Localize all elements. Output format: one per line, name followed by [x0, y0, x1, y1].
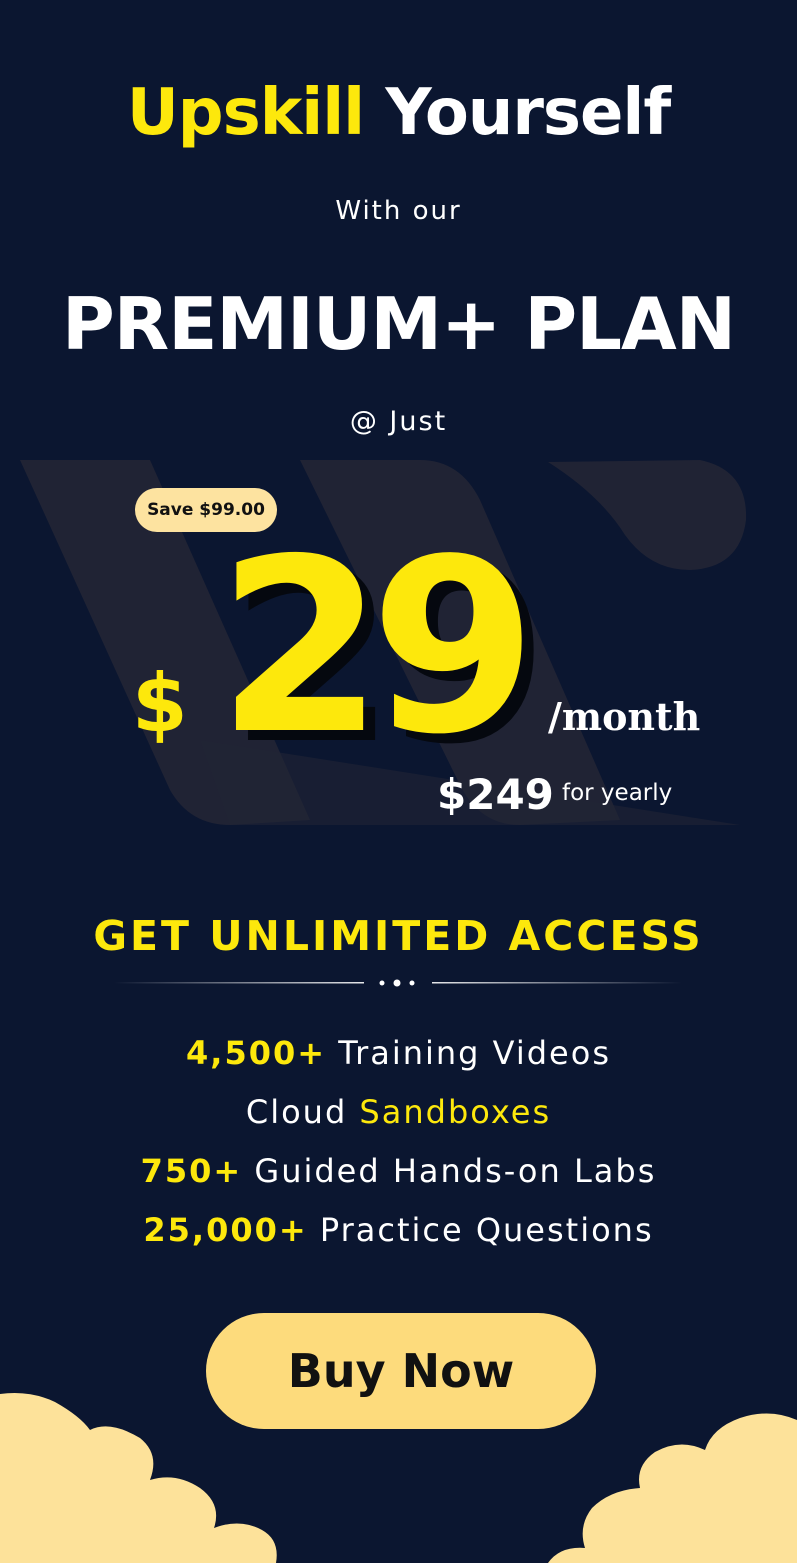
- feature-text: Guided Hands-on Labs: [254, 1152, 657, 1190]
- feature-item: Cloud Sandboxes: [0, 1087, 797, 1146]
- feature-text: Practice Questions: [319, 1211, 654, 1249]
- yearly-label: for yearly: [562, 780, 673, 806]
- section-divider: [114, 979, 682, 987]
- headline: Upskill Yourself: [0, 68, 797, 158]
- promo-page: Upskill Yourself With our PREMIUM+ PLAN …: [0, 0, 797, 1563]
- feature-highlight: 750+: [140, 1152, 243, 1190]
- price-period: /month: [548, 694, 701, 739]
- feature-item: 4,500+ Training Videos: [0, 1028, 797, 1087]
- feature-text: Cloud: [245, 1093, 348, 1131]
- feature-list: 4,500+ Training Videos Cloud Sandboxes 7…: [0, 1028, 797, 1264]
- feature-highlight: Sandboxes: [359, 1093, 552, 1131]
- headline-rest: Yourself: [385, 76, 671, 150]
- headline-highlight: Upskill: [126, 76, 365, 150]
- access-heading: GET UNLIMITED ACCESS: [93, 912, 704, 960]
- price-intro: @ Just: [349, 406, 448, 437]
- subheading: With our: [335, 196, 462, 226]
- feature-item: 750+ Guided Hands-on Labs: [0, 1146, 797, 1205]
- monthly-price: 29: [217, 507, 537, 787]
- plan-name: PREMIUM+ PLAN: [62, 282, 736, 366]
- feature-highlight: 25,000+: [143, 1211, 308, 1249]
- feature-text: Training Videos: [338, 1034, 611, 1072]
- yearly-price: $249: [437, 770, 554, 819]
- buy-now-button[interactable]: Buy Now: [206, 1313, 596, 1429]
- feature-item: 25,000+ Practice Questions: [0, 1205, 797, 1264]
- feature-highlight: 4,500+: [186, 1034, 327, 1072]
